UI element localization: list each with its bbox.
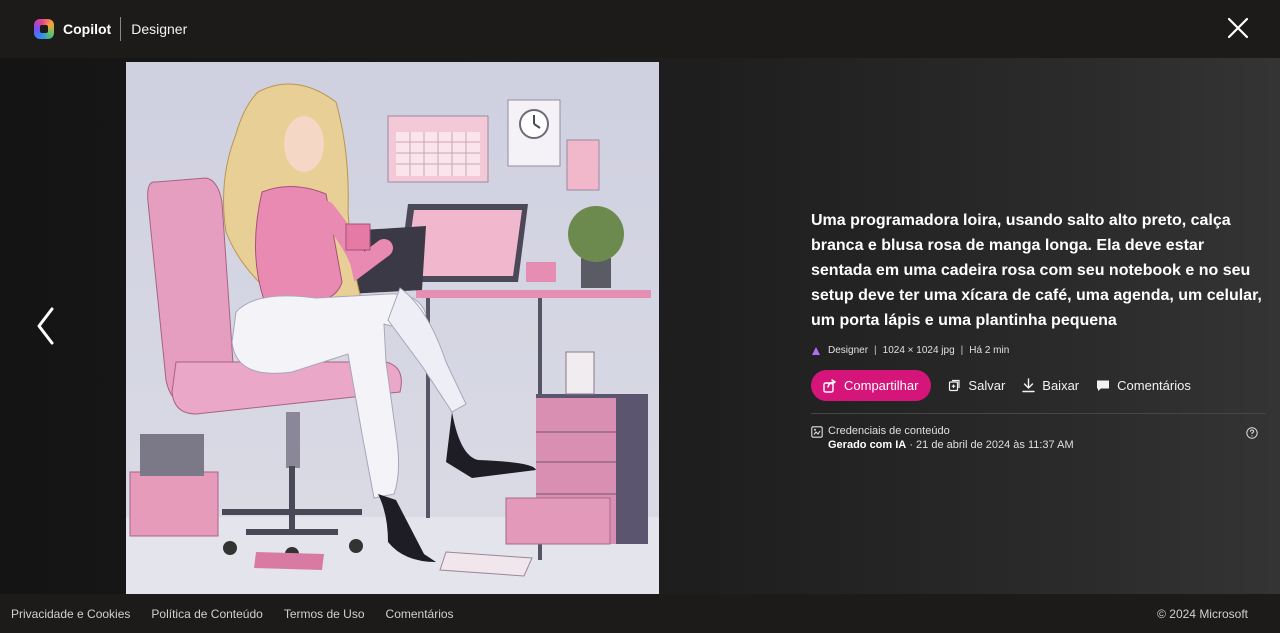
share-icon (823, 378, 837, 393)
share-button[interactable]: Compartilhar (811, 370, 932, 401)
comments-button[interactable]: Comentários (1096, 378, 1191, 393)
comment-icon (1097, 380, 1110, 391)
generated-image[interactable] (126, 62, 659, 594)
download-label: Baixar (1042, 378, 1080, 393)
designer-icon (812, 346, 820, 355)
viewer-stage: Uma programadora loira, usando salto alt… (0, 58, 1280, 594)
meta-time: Há 2 min (969, 345, 1010, 356)
footer-link-privacy[interactable]: Privacidade e Cookies (11, 607, 130, 621)
brand-name[interactable]: Copilot (63, 21, 111, 37)
comments-label: Comentários (1117, 378, 1191, 393)
header-divider (120, 17, 122, 41)
meta-separator: | (874, 345, 877, 356)
copyright: © 2024 Microsoft (1157, 607, 1248, 621)
credentials-info: Gerado com IA · 21 de abril de 2024 às 1… (828, 439, 1074, 451)
footer-link-feedback[interactable]: Comentários (386, 607, 454, 621)
footer-link-terms[interactable]: Termos de Uso (284, 607, 365, 621)
credentials-title: Credenciais de conteúdo (828, 425, 950, 437)
chevron-left-icon[interactable] (30, 303, 60, 349)
action-bar: Compartilhar Salvar Baixar Comentários (811, 370, 1266, 401)
credentials-generated: Gerado com IA (828, 439, 907, 451)
download-button[interactable]: Baixar (1022, 378, 1079, 393)
meta-source: Designer (828, 345, 869, 356)
image-meta: Designer | 1024 × 1024 jpg | Há 2 min (811, 345, 1266, 356)
meta-dimensions: 1024 × 1024 jpg (882, 345, 955, 356)
content-credentials: Credenciais de conteúdo Gerado com IA · … (811, 425, 1266, 451)
credentials-icon (811, 426, 823, 438)
copilot-logo-icon[interactable] (34, 19, 54, 39)
save-icon (949, 379, 961, 392)
footer-link-content-policy[interactable]: Política de Conteúdo (151, 607, 262, 621)
close-icon[interactable] (1226, 16, 1250, 40)
footer: Privacidade e Cookies Política de Conteú… (0, 594, 1280, 633)
save-label: Salvar (968, 378, 1006, 393)
share-label: Compartilhar (844, 378, 919, 393)
product-name[interactable]: Designer (131, 21, 187, 37)
help-icon[interactable] (1246, 427, 1258, 439)
image-details-panel: Uma programadora loira, usando salto alt… (811, 208, 1266, 451)
download-icon (1022, 378, 1035, 393)
details-divider (811, 413, 1266, 414)
save-button[interactable]: Salvar (948, 378, 1005, 393)
top-bar: Copilot Designer (0, 0, 1280, 58)
credentials-date: · 21 de abril de 2024 às 11:37 AM (909, 439, 1074, 451)
illustration-artwork (126, 62, 659, 594)
meta-separator: | (960, 345, 964, 356)
prompt-text: Uma programadora loira, usando salto alt… (811, 212, 1262, 329)
